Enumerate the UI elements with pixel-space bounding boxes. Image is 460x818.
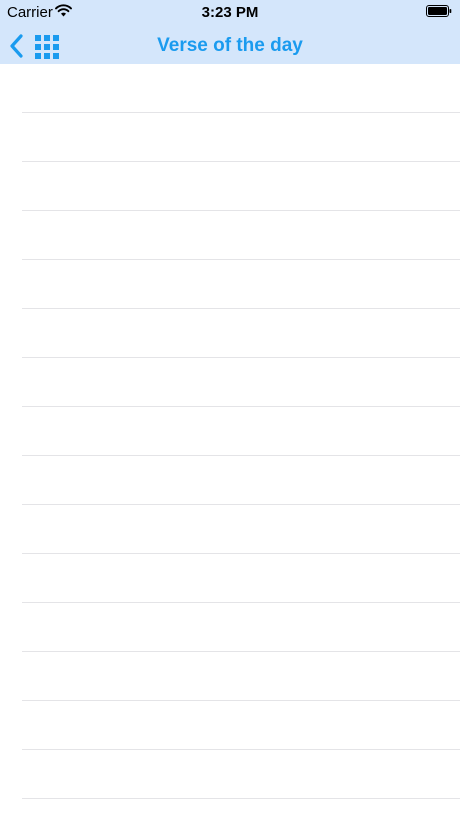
navigation-bar: Verse of the day	[0, 24, 460, 64]
top-bar: Carrier 3:23 PM Verse of the day	[0, 0, 460, 64]
list-row[interactable]	[0, 750, 460, 799]
list-row[interactable]	[0, 505, 460, 554]
page-title: Verse of the day	[157, 35, 303, 56]
list-row[interactable]	[0, 358, 460, 407]
app-screen: Carrier 3:23 PM Verse of the day	[0, 0, 460, 818]
list-row[interactable]	[0, 211, 460, 260]
list-row[interactable]	[0, 652, 460, 701]
list-row[interactable]	[0, 260, 460, 309]
list-row[interactable]	[0, 456, 460, 505]
list-row[interactable]	[0, 309, 460, 358]
list-row[interactable]	[0, 162, 460, 211]
list-row[interactable]	[0, 603, 460, 652]
list-row[interactable]	[0, 701, 460, 750]
list-row[interactable]	[0, 113, 460, 162]
status-bar: Carrier 3:23 PM	[0, 0, 460, 24]
list-row[interactable]	[0, 407, 460, 456]
status-time: 3:23 PM	[201, 4, 259, 21]
list-row[interactable]	[0, 799, 460, 818]
verse-list	[0, 64, 460, 818]
list-row[interactable]	[0, 64, 460, 113]
battery-icon	[426, 5, 452, 17]
list-row[interactable]	[0, 554, 460, 603]
